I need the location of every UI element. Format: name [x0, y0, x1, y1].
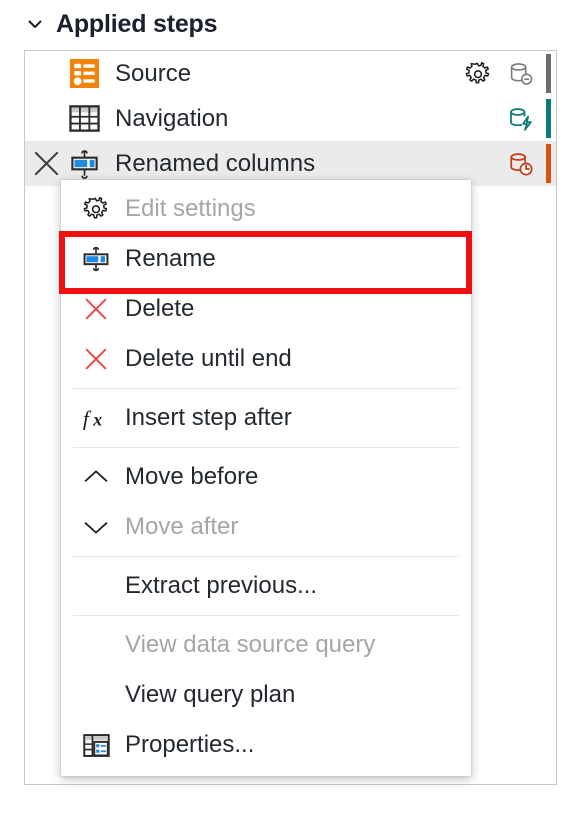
menu-separator	[73, 388, 459, 389]
menu-item-rename[interactable]: Rename	[61, 234, 471, 284]
step-delete-slot	[25, 51, 67, 96]
menu-item-extract-previous[interactable]: Extract previous...	[61, 561, 471, 611]
step-row-actions	[502, 141, 556, 186]
gear-icon[interactable]	[458, 54, 498, 94]
step-row-source[interactable]: Source	[25, 51, 556, 96]
step-label: Renamed columns	[115, 149, 316, 177]
menu-item-move-after[interactable]: Move after	[61, 502, 471, 552]
menu-item-properties[interactable]: Properties...	[61, 720, 471, 770]
delete-x-icon	[67, 339, 125, 379]
page-title: Applied steps	[56, 9, 218, 38]
chevron-up-icon	[67, 457, 125, 497]
menu-separator	[73, 556, 459, 557]
step-status-bar	[546, 54, 551, 93]
step-row-actions	[458, 51, 556, 96]
menu-item-label: View data source query	[125, 631, 376, 658]
menu-item-edit-settings[interactable]: Edit settings	[61, 184, 471, 234]
menu-item-label: Move after	[125, 513, 239, 540]
rename-icon	[67, 239, 125, 279]
no-icon	[67, 625, 125, 665]
chevron-down-icon	[67, 507, 125, 547]
menu-item-view-query-plan[interactable]: View query plan	[61, 670, 471, 720]
menu-separator	[73, 447, 459, 448]
step-label: Navigation	[115, 104, 229, 132]
delete-x-icon	[67, 289, 125, 329]
menu-item-label: Insert step after	[125, 404, 292, 431]
menu-item-delete[interactable]: Delete	[61, 284, 471, 334]
table-grid-icon	[67, 102, 101, 136]
step-context-menu: Edit settings Rename Delete Delete until…	[61, 180, 471, 776]
menu-item-label: Rename	[125, 245, 216, 272]
rename-columns-icon	[67, 147, 101, 181]
menu-item-label: Delete	[125, 295, 195, 322]
database-clock-icon[interactable]	[502, 145, 540, 183]
menu-item-delete-until-end[interactable]: Delete until end	[61, 334, 471, 384]
no-icon	[67, 566, 125, 606]
menu-item-label: Edit settings	[125, 195, 256, 222]
source-table-icon	[67, 57, 101, 91]
applied-steps-header[interactable]: Applied steps	[26, 4, 218, 44]
no-icon	[67, 675, 125, 715]
menu-item-move-before[interactable]: Move before	[61, 452, 471, 502]
menu-item-insert-step-after[interactable]: f x Insert step after	[61, 393, 471, 443]
step-status-bar	[546, 99, 551, 138]
properties-icon	[67, 725, 125, 765]
step-delete-slot	[25, 96, 67, 141]
step-status-bar	[546, 144, 551, 183]
database-disabled-icon[interactable]	[502, 55, 540, 93]
menu-item-label: View query plan	[125, 681, 296, 708]
step-row-actions	[502, 96, 556, 141]
menu-item-label: Properties...	[125, 731, 255, 758]
step-row-navigation[interactable]: Navigation	[25, 96, 556, 141]
menu-item-label: Delete until end	[125, 345, 292, 372]
gear-icon	[67, 189, 125, 229]
menu-item-view-data-source-query[interactable]: View data source query	[61, 620, 471, 670]
step-label: Source	[115, 59, 192, 87]
menu-item-label: Move before	[125, 463, 259, 490]
svg-text:x: x	[92, 410, 102, 430]
chevron-down-icon[interactable]	[26, 15, 44, 33]
database-folding-icon[interactable]	[502, 100, 540, 138]
menu-separator	[73, 615, 459, 616]
fx-icon: f x	[67, 398, 125, 438]
menu-item-label: Extract previous...	[125, 572, 318, 599]
svg-text:f: f	[83, 407, 92, 431]
